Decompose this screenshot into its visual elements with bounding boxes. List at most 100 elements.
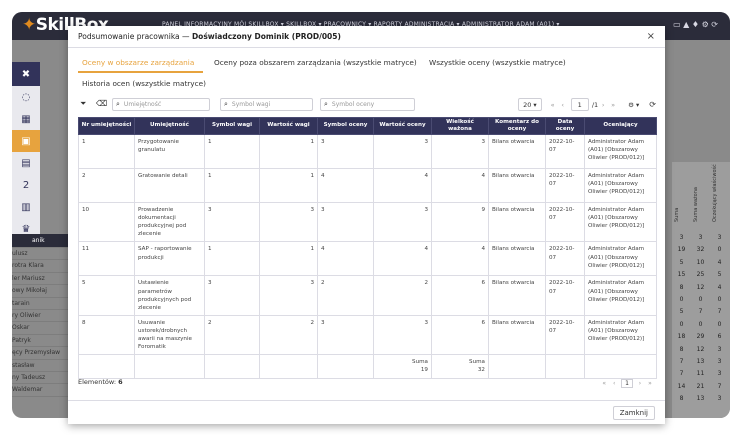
table-row[interactable]: 1 Przygotowanie granulatu 1 1 3 3 3 Bilans otwa… [78,134,657,169]
background-number-row: 8 12 4 [672,282,730,294]
weight-filter-input[interactable] [231,101,302,108]
table-cell: 1 [259,241,318,277]
background-number: 25 [696,271,705,279]
background-number: 3 [679,234,684,241]
column-header[interactable]: Wielkość ważona [431,117,489,135]
list-item[interactable]: Patryk [12,335,72,348]
table-cell: 2022-10-07 [545,201,585,243]
background-number: 3 [698,234,703,241]
list-item[interactable]: ry Oliwier [12,310,72,323]
tab-grade-history[interactable]: Historia ocen (wszystkie matryce) [82,79,206,88]
last-page-icon[interactable]: » [608,101,618,109]
list-item[interactable]: Waldemar [12,384,72,397]
tab-all-grades[interactable]: Wszystkie oceny (wszystkie matryce) [429,58,566,67]
list-item[interactable]: ny Tadeusz [12,372,72,385]
list-item[interactable]: ęcy Przemysław [12,347,72,360]
table-cell: Usuwanie ustorek/drobnych awarii na masz… [134,314,205,356]
table-row[interactable]: 10 Prowadzenie dokumentacji produkcyjnej … [78,201,657,243]
background-number: 7 [698,308,703,316]
column-header[interactable]: Nr umiejętności [78,117,135,135]
table-cell: 3 [204,275,260,316]
tab-management-area[interactable]: Oceny w obszarze zarządzania [82,58,194,67]
table-cell: 5 [78,275,135,316]
list-item[interactable]: tarain [12,298,72,310]
close-icon[interactable]: × [647,31,655,42]
table-row[interactable]: 5 Ustawienie parametrów produkcyjnych pod… [78,275,657,316]
column-header[interactable]: Symbol oceny [317,117,374,135]
background-number: 8 [679,345,684,353]
next-page-icon[interactable]: › [598,101,608,109]
top-icons[interactable]: ▭ ▲ ♦ ⚙ ⟳ [673,20,718,29]
table-cell [317,354,374,379]
column-header: Oczekujący właściwość [712,164,718,222]
list-item[interactable]: Oskar [12,322,72,335]
table-cell: 8 [78,314,135,356]
prev-page-icon[interactable]: ‹ [558,101,568,109]
column-header[interactable]: Oceniający [584,117,657,135]
column-header[interactable]: Wartość oceny [373,117,432,135]
summary-icon[interactable]: ▣ [12,130,40,152]
list-item[interactable]: stasław [12,360,72,372]
next-page-icon[interactable]: › [635,380,645,387]
table-cell: Gratowanie detali [134,168,205,203]
list-item[interactable]: ulusz [12,248,72,261]
last-page-icon[interactable]: » [645,380,655,387]
calendar-icon[interactable]: ▥ [12,196,40,218]
bulb-icon[interactable]: ◌ [12,86,40,108]
background-number-row: 0 0 0 [672,294,730,306]
table-cell: 3 [317,201,374,243]
grid-icon[interactable]: ▦ [12,108,40,130]
background-number: 19 [677,246,686,254]
page-number-input[interactable]: 1 [570,98,589,111]
tab-outside-management-area[interactable]: Oceny poza obszarem zarządzania (wszystk… [214,58,417,67]
close-button[interactable]: Zamknij [612,406,655,420]
table-cell: Bilans otwarcia [488,314,546,356]
skill-filter-input[interactable] [123,101,194,108]
table-cell: 2022-10-07 [545,134,585,169]
table-row[interactable]: 11 SAP - raportowanie produkcji 1 1 4 4 4 Bilan… [78,241,657,277]
list-item[interactable]: ler Mariusz [12,273,72,286]
first-page-icon[interactable]: « [548,101,558,109]
table-row[interactable]: 8 Usuwanie ustorek/drobnych awarii na mas… [78,314,657,356]
page-size-select[interactable]: 20 ▾ [518,98,542,111]
refresh-icon[interactable]: ⟳ [649,100,656,109]
background-number-row: 19 32 0 [672,244,730,256]
list-item[interactable]: rotra Klara [12,260,72,273]
background-number: 18 [677,333,686,341]
skill-filter[interactable]: ⌕ [112,98,210,111]
table-cell [545,354,585,379]
current-page[interactable]: 1 [621,379,633,388]
filter-icon[interactable]: ⏷ [80,99,86,109]
table-cell: Bilans otwarcia [488,275,546,316]
column-header[interactable]: Umiejętność [134,117,205,135]
background-number: 15 [677,271,686,279]
background-number: 21 [696,382,705,390]
first-page-icon[interactable]: « [599,380,609,387]
grade-filter-input[interactable] [331,101,402,108]
tools-icon[interactable]: ✖ [12,62,40,86]
chart-icon[interactable]: 2 [12,174,40,196]
column-header[interactable]: Symbol wagi [204,117,260,135]
table-row[interactable]: 2 Gratowanie detali 1 1 4 4 4 Bilans otwarcia 20… [78,168,657,203]
background-number: 0 [698,320,703,328]
table-cell: 10 [78,201,135,243]
clear-filter-icon[interactable]: ⌫ [96,99,107,108]
settings-gear-icon[interactable]: ⚙ ▾ [628,101,639,109]
background-number: 29 [696,333,705,341]
modal-header: Podsumowanie pracownika — Doświadczony D… [68,26,665,48]
grade-filter[interactable]: ⌕ [320,98,415,111]
weight-filter[interactable]: ⌕ [220,98,313,111]
column-header[interactable]: Wartość wagi [259,117,318,135]
table-cell: 9 [431,201,489,243]
prev-page-icon[interactable]: ‹ [609,380,619,387]
table-cell: 2 [373,275,432,316]
table-cell: 3 [317,314,374,356]
list-item[interactable]: owy Mikołaj [12,285,72,298]
table-cell: 3 [317,134,374,169]
column-header[interactable]: Komentarz do oceny [488,117,546,135]
document-icon[interactable]: ▤ [12,152,40,174]
column-header[interactable]: Data oceny [545,117,585,135]
table-cell: 3 [373,314,432,356]
background-number: 0 [698,295,703,303]
table-cell: 3 [259,275,318,316]
